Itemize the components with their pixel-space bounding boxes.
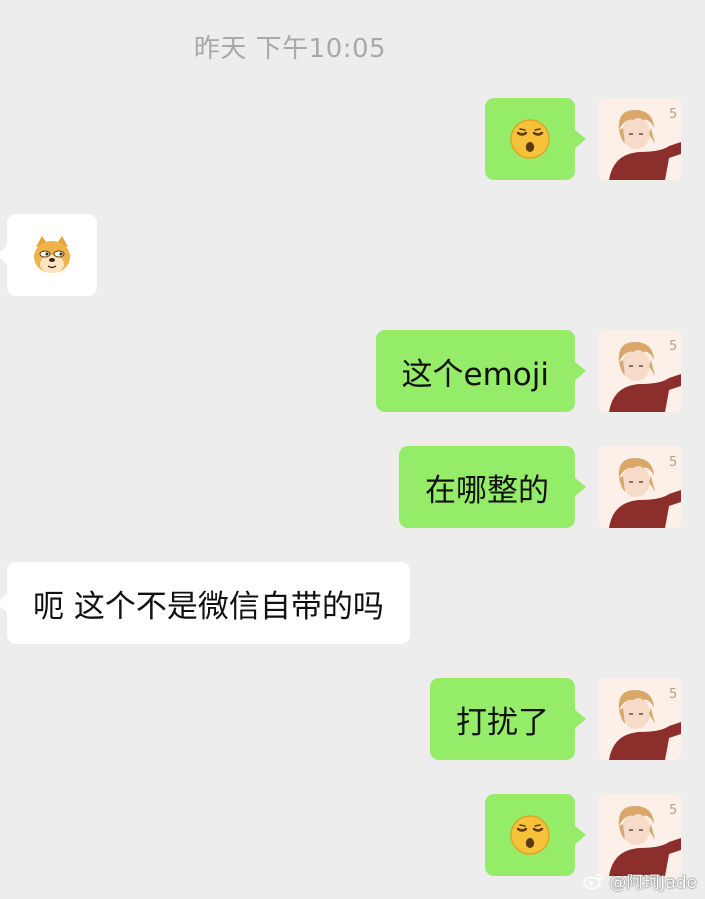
user-avatar[interactable]: 5 (599, 446, 681, 528)
user-avatar[interactable]: 5 (599, 678, 681, 760)
user-avatar[interactable]: 5 (599, 794, 681, 876)
message-bubble-outgoing[interactable]: 打扰了 (430, 678, 586, 760)
watermark: @阿珂Jade (583, 868, 697, 893)
chat-timestamp: 昨天 下午10:05 (193, 34, 387, 64)
user-avatar[interactable]: 5 (599, 330, 681, 412)
svg-text:5: 5 (669, 339, 677, 354)
message-text: 在哪整的 (425, 472, 549, 509)
message-bubble-incoming[interactable]: 呃 这个不是微信自带的吗 (0, 562, 410, 644)
watermark-text: @阿珂Jade (609, 873, 697, 893)
svg-text:5: 5 (669, 455, 677, 470)
message-bubble-outgoing[interactable] (485, 794, 586, 876)
weibo-icon (583, 873, 604, 889)
message-row: 打扰了 5 (0, 678, 705, 760)
message-row: 这个emoji 5 (0, 330, 705, 412)
sleepy-face-emoji-icon (510, 815, 550, 855)
message-text: 这个emoji (401, 356, 549, 393)
message-row: 呃 这个不是微信自带的吗 (0, 562, 705, 644)
message-row: 5 (0, 98, 705, 180)
message-text: 打扰了 (456, 704, 549, 741)
doge-emoji-icon (34, 236, 70, 273)
message-text: 呃 这个不是微信自带的吗 (33, 588, 384, 625)
message-row: 在哪整的 5 (0, 446, 705, 528)
svg-text:5: 5 (669, 687, 677, 702)
svg-text:5: 5 (669, 803, 677, 818)
user-avatar[interactable]: 5 (599, 98, 681, 180)
message-row: 5 (0, 794, 705, 876)
message-bubble-outgoing[interactable]: 在哪整的 (399, 446, 586, 528)
svg-text:5: 5 (669, 107, 677, 122)
message-bubble-outgoing[interactable] (485, 98, 586, 180)
message-bubble-outgoing[interactable]: 这个emoji (375, 330, 587, 412)
sleepy-face-emoji-icon (510, 119, 550, 159)
message-row (0, 214, 705, 296)
message-bubble-incoming[interactable] (0, 214, 97, 296)
